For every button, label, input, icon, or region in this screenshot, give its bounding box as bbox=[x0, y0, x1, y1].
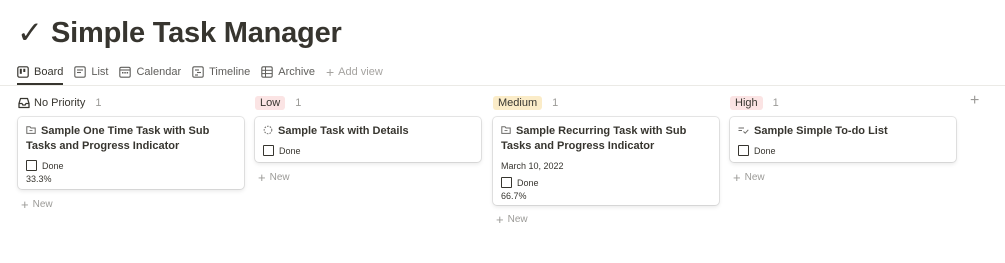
new-card-button[interactable]: + New bbox=[496, 213, 528, 226]
tab-calendar[interactable]: Calendar bbox=[119, 62, 181, 82]
new-card-label: New bbox=[269, 172, 290, 183]
tab-timeline-label: Timeline bbox=[209, 66, 251, 78]
done-checkbox[interactable] bbox=[501, 177, 512, 188]
new-card-label: New bbox=[32, 199, 53, 210]
done-checkbox[interactable] bbox=[263, 145, 274, 156]
priority-tag-medium: Medium bbox=[493, 96, 543, 110]
new-card-label: New bbox=[744, 172, 765, 183]
new-card-button[interactable]: + New bbox=[258, 171, 290, 184]
task-card[interactable]: Sample Task with Details Done bbox=[255, 117, 481, 162]
column-header: Medium 1 bbox=[493, 94, 719, 112]
board-column-no-priority: No Priority 1 Sample One Time Task with … bbox=[18, 94, 244, 211]
timeline-icon bbox=[192, 66, 204, 78]
column-header: No Priority 1 bbox=[18, 94, 244, 112]
done-property: Done bbox=[263, 145, 473, 156]
board-column-low: Low 1 Sample Task with Details Done + Ne… bbox=[255, 94, 481, 184]
card-title-text: Sample Recurring Task with Sub Tasks and… bbox=[501, 125, 687, 152]
inbox-icon bbox=[18, 97, 30, 109]
done-label: Done bbox=[517, 177, 539, 188]
column-count: 1 bbox=[552, 97, 559, 109]
done-property: Done bbox=[501, 177, 711, 188]
board-icon bbox=[17, 66, 29, 78]
column-count: 1 bbox=[95, 97, 102, 109]
done-label: Done bbox=[279, 145, 301, 156]
tab-timeline[interactable]: Timeline bbox=[192, 62, 250, 82]
folder-icon bbox=[501, 126, 511, 134]
tab-archive[interactable]: Archive bbox=[261, 62, 315, 82]
task-card[interactable]: Sample Recurring Task with Sub Tasks and… bbox=[493, 117, 719, 205]
card-title: Sample Task with Details bbox=[263, 124, 473, 139]
plus-icon: + bbox=[496, 212, 504, 227]
plus-icon: + bbox=[325, 64, 335, 80]
column-header: Low 1 bbox=[255, 94, 481, 112]
card-title-text: Sample Simple To-do List bbox=[754, 125, 888, 137]
plus-icon: + bbox=[733, 170, 741, 185]
tab-board-label: Board bbox=[34, 66, 64, 78]
done-property: Done bbox=[26, 160, 236, 171]
done-label: Done bbox=[42, 160, 64, 171]
calendar-icon bbox=[119, 66, 132, 78]
page-title: ✓ Simple Task Manager bbox=[17, 13, 342, 53]
board-column-high: High 1 Sample Simple To-do List Done + N… bbox=[730, 94, 956, 184]
progress-value: 33.3% bbox=[26, 174, 52, 184]
progress-value: 66.7% bbox=[501, 191, 527, 201]
column-label: No Priority bbox=[18, 97, 85, 109]
view-tabs: Board List Calendar Timeline Archive + A… bbox=[17, 62, 394, 85]
dashed-circle-icon bbox=[263, 125, 273, 135]
folder-icon bbox=[26, 126, 36, 134]
done-checkbox[interactable] bbox=[738, 145, 749, 156]
priority-tag-high: High bbox=[730, 96, 763, 110]
column-header: High 1 bbox=[730, 94, 956, 112]
tab-list[interactable]: List bbox=[74, 62, 108, 82]
plus-icon: + bbox=[970, 92, 980, 109]
card-title: Sample Simple To-do List bbox=[738, 124, 948, 139]
card-title: Sample Recurring Task with Sub Tasks and… bbox=[501, 124, 711, 154]
done-property: Done bbox=[738, 145, 948, 156]
divider bbox=[0, 85, 1005, 86]
card-title: Sample One Time Task with Sub Tasks and … bbox=[26, 124, 236, 154]
new-card-button[interactable]: + New bbox=[733, 171, 765, 184]
add-group-button[interactable]: + bbox=[970, 93, 979, 109]
new-card-button[interactable]: + New bbox=[21, 198, 53, 211]
done-label: Done bbox=[754, 145, 776, 156]
task-card[interactable]: Sample One Time Task with Sub Tasks and … bbox=[18, 117, 244, 189]
tab-archive-label: Archive bbox=[278, 66, 315, 78]
add-view-label: Add view bbox=[338, 66, 383, 78]
due-date: March 10, 2022 bbox=[501, 161, 564, 171]
card-title-text: Sample One Time Task with Sub Tasks and … bbox=[26, 125, 210, 152]
plus-icon: + bbox=[258, 170, 266, 185]
tab-board[interactable]: Board bbox=[17, 62, 64, 85]
done-checkbox[interactable] bbox=[26, 160, 37, 171]
new-card-label: New bbox=[507, 214, 528, 225]
add-view-button[interactable]: + Add view bbox=[326, 62, 383, 82]
column-count: 1 bbox=[772, 97, 779, 109]
list-icon bbox=[74, 66, 87, 78]
board-column-medium: Medium 1 Sample Recurring Task with Sub … bbox=[493, 94, 719, 226]
checklist-icon bbox=[738, 127, 749, 134]
card-title-text: Sample Task with Details bbox=[278, 125, 409, 137]
check-icon: ✓ bbox=[17, 14, 43, 51]
task-card[interactable]: Sample Simple To-do List Done bbox=[730, 117, 956, 162]
column-count: 1 bbox=[295, 97, 302, 109]
priority-tag-low: Low bbox=[255, 96, 286, 110]
plus-icon: + bbox=[21, 197, 29, 212]
column-label-text: No Priority bbox=[34, 97, 86, 109]
page-title-text: Simple Task Manager bbox=[50, 16, 342, 49]
tab-list-label: List bbox=[91, 66, 109, 78]
tab-calendar-label: Calendar bbox=[136, 66, 182, 78]
table-icon bbox=[261, 66, 274, 78]
